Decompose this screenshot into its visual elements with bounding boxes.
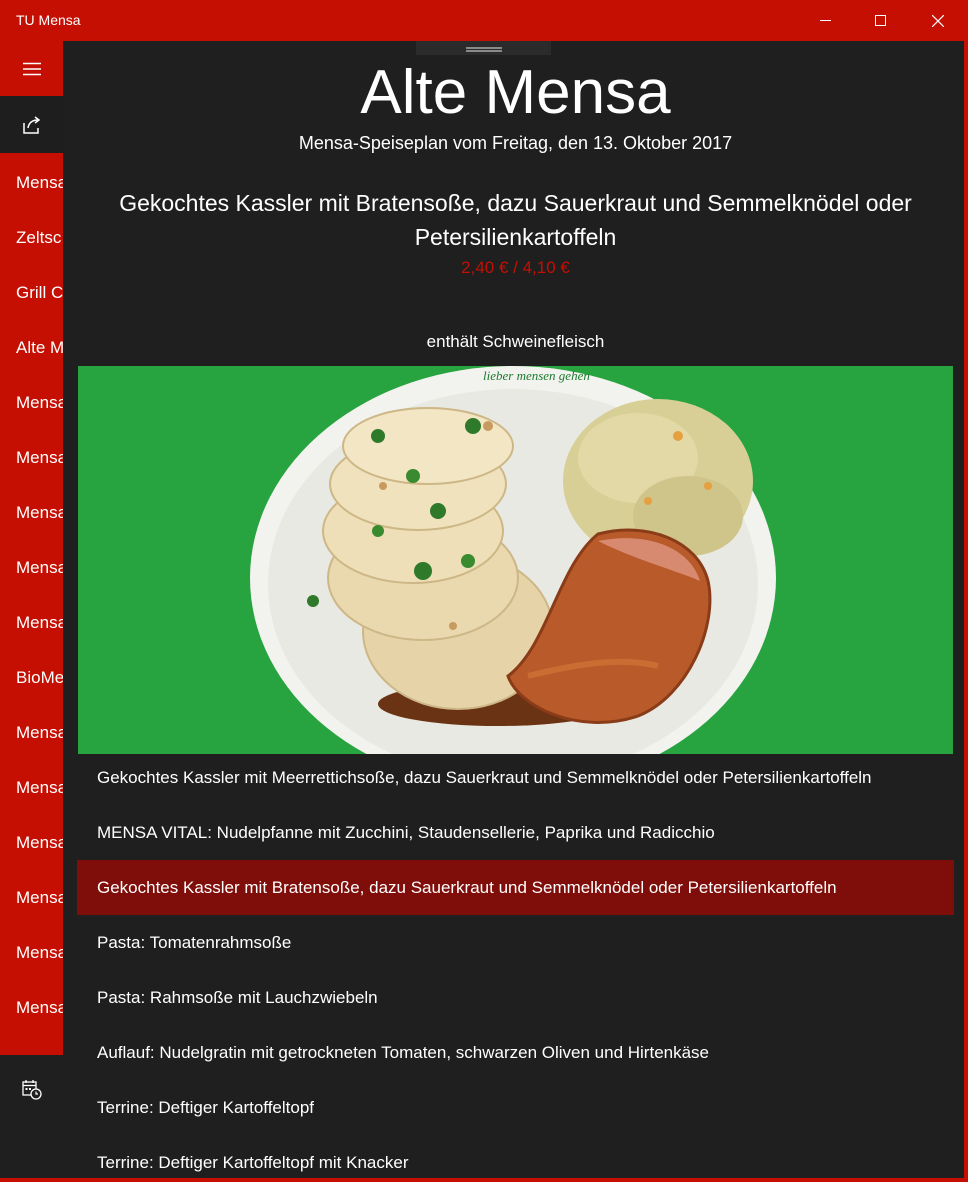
menu-item[interactable]: Auflauf: Nudelgratin mit getrockneten To… — [77, 1025, 954, 1080]
dish-photo: lieber mensen gehen — [78, 366, 953, 754]
window-frame-bottom — [0, 1178, 968, 1182]
minimize-button[interactable] — [797, 0, 854, 41]
window-frame-right — [964, 41, 968, 1182]
sidebar-footer — [0, 1055, 63, 1178]
menu-item[interactable]: Terrine: Deftiger Kartoffeltopf — [77, 1080, 954, 1135]
menu-item[interactable]: MENSA VITAL: Nudelpfanne mit Zucchini, S… — [77, 805, 954, 860]
sidebar-item-mensa[interactable]: Mensa — [0, 155, 63, 210]
sidebar-item-mensa[interactable]: Mensa — [0, 705, 63, 760]
main-content: Alte Mensa Mensa-Speiseplan vom Freitag,… — [63, 41, 964, 1178]
minimize-icon — [820, 20, 831, 21]
selected-dish-title: Gekochtes Kassler mit Bratensoße, dazu S… — [119, 190, 912, 250]
dish-price: 2,40 € / 4,10 € — [461, 258, 570, 277]
sidebar-item-mensa[interactable]: Mensa — [0, 760, 63, 815]
menu-item[interactable]: Terrine: Deftiger Kartoffeltopf mit Knac… — [77, 1135, 954, 1178]
drag-handle[interactable] — [416, 41, 551, 55]
hamburger-button[interactable] — [0, 41, 63, 96]
dish-illustration: lieber mensen gehen — [78, 366, 953, 754]
close-button[interactable] — [909, 0, 966, 41]
plate-caption: lieber mensen gehen — [483, 368, 590, 383]
menu-item-selected[interactable]: Gekochtes Kassler mit Bratensoße, dazu S… — [77, 860, 954, 915]
sidebar-item-mensa[interactable]: Mensa — [0, 595, 63, 650]
mensa-nav-list: Mensa Zeltsc Grill C Alte M Mensa Mensa Mensa M… — [0, 155, 63, 1035]
maximize-icon — [875, 15, 886, 26]
menu-item[interactable]: Gekochtes Kassler mit Meerrettichsoße, d… — [77, 750, 954, 805]
sidebar-item-mensa[interactable]: Mensa — [0, 870, 63, 925]
maximize-button[interactable] — [852, 0, 909, 41]
share-icon — [22, 115, 40, 134]
menu-item[interactable]: Pasta: Rahmsoße mit Lauchzwiebeln — [77, 970, 954, 1025]
drag-handle-line — [466, 47, 502, 49]
sidebar-item-mensa[interactable]: Mensa — [0, 815, 63, 870]
title-bar: TU Mensa — [0, 0, 968, 41]
sidebar-item-mensa[interactable]: Mensa — [0, 430, 63, 485]
sidebar-item-mensa[interactable]: Mensa — [0, 925, 63, 980]
sidebar-item-mensa[interactable]: Mensa — [0, 540, 63, 595]
sidebar-item-mensa[interactable]: Mensa — [0, 485, 63, 540]
calendar-button[interactable] — [0, 1065, 63, 1115]
close-icon — [931, 14, 944, 27]
sidebar-item-mensa[interactable]: Zeltsc — [0, 210, 63, 265]
sidebar-item-mensa[interactable]: Mensa — [0, 375, 63, 430]
sidebar-item-mensa[interactable]: Alte M — [0, 320, 63, 375]
sidebar-item-mensa[interactable]: BioMe — [0, 650, 63, 705]
app-title: TU Mensa — [16, 12, 81, 28]
sidebar-item-mensa[interactable]: Mensa — [0, 980, 63, 1035]
drag-handle-line — [466, 50, 502, 52]
share-button[interactable] — [0, 96, 63, 153]
plan-date: Mensa-Speiseplan vom Freitag, den 13. Ok… — [298, 133, 733, 153]
menu-list: Gekochtes Kassler mit Meerrettichsoße, d… — [77, 750, 954, 1178]
menu-item[interactable]: Pasta: Tomatenrahmsoße — [77, 915, 954, 970]
mensa-name-heading: Alte Mensa — [360, 58, 671, 127]
calendar-clock-icon — [21, 1080, 42, 1100]
sidebar-item-mensa[interactable]: Grill C — [0, 265, 63, 320]
hamburger-icon — [22, 62, 41, 75]
allergen-info: enthält Schweinefleisch — [426, 332, 605, 351]
sidebar: Mensa Zeltsc Grill C Alte M Mensa Mensa Mensa M… — [0, 41, 63, 1178]
